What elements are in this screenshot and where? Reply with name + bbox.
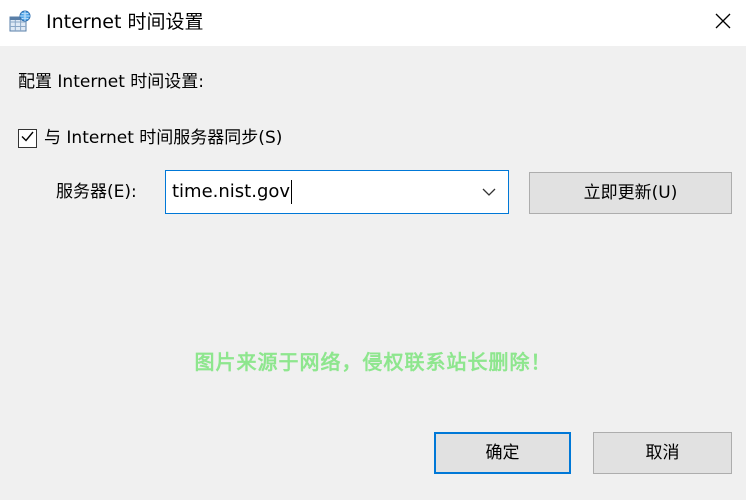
dialog-body: 配置 Internet 时间设置: 与 Internet 时间服务器同步(S) … xyxy=(0,46,746,500)
close-button[interactable] xyxy=(700,0,746,46)
window-title: Internet 时间设置 xyxy=(46,11,204,33)
close-icon xyxy=(714,12,732,34)
sync-checkbox-label: 与 Internet 时间服务器同步(S) xyxy=(44,128,283,148)
ok-button[interactable]: 确定 xyxy=(434,432,571,474)
server-input[interactable]: time.nist.gov xyxy=(172,179,293,205)
checkmark-icon xyxy=(20,129,35,148)
text-caret xyxy=(291,180,293,204)
cancel-button[interactable]: 取消 xyxy=(593,432,732,474)
server-combobox[interactable]: time.nist.gov xyxy=(165,170,509,214)
title-bar: Internet 时间设置 xyxy=(0,0,746,46)
watermark-text: 图片来源于网络，侵权联系站长删除！ xyxy=(194,350,552,374)
internet-time-icon xyxy=(8,10,32,34)
server-value: time.nist.gov xyxy=(172,181,291,202)
sync-checkbox[interactable] xyxy=(18,128,37,148)
server-label: 服务器(E): xyxy=(56,182,137,202)
update-now-button[interactable]: 立即更新(U) xyxy=(529,172,732,214)
dialog-heading: 配置 Internet 时间设置: xyxy=(18,72,205,92)
sync-option[interactable]: 与 Internet 时间服务器同步(S) xyxy=(18,126,282,150)
chevron-down-icon[interactable] xyxy=(480,183,498,201)
